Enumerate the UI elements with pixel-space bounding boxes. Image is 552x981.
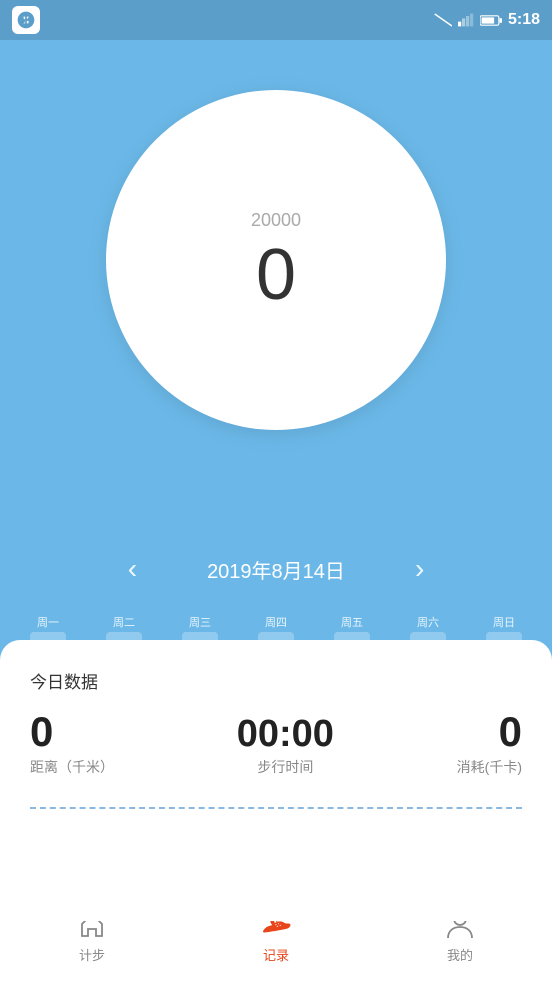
divider-line xyxy=(30,807,522,809)
today-data-title: 今日数据 xyxy=(30,668,522,693)
steps-circle: 20000 0 xyxy=(106,90,446,430)
app-icon: ✈ xyxy=(12,6,40,34)
prev-date-button[interactable]: ‹ xyxy=(118,548,147,590)
steps-count: 0 xyxy=(256,239,296,311)
distance-stat: 0 距离（千米） xyxy=(30,711,114,777)
distance-value: 0 xyxy=(30,711,53,753)
stats-row: 0 距离（千米） 00:00 步行时间 0 消耗(千卡) xyxy=(30,711,522,777)
time-display: 5:18 xyxy=(508,11,540,29)
main-blue-area: 20000 0 ‹ 2019年8月14日 › 周一 周二 周三 周四 周五 xyxy=(0,40,552,660)
calories-value: 0 xyxy=(499,711,522,753)
next-date-button[interactable]: › xyxy=(405,548,434,590)
walk-time-label: 步行时间 xyxy=(257,757,313,777)
date-navigation: ‹ 2019年8月14日 › xyxy=(0,548,552,590)
calories-stat: 0 消耗(千卡) xyxy=(457,711,522,777)
nav-label-jibu: 计步 xyxy=(79,945,105,964)
status-bar: ✈ 5:18 xyxy=(0,0,552,40)
stats-card: 今日数据 0 距离（千米） 00:00 步行时间 0 消耗(千卡) xyxy=(0,640,552,921)
status-bar-right: 5:18 xyxy=(434,11,540,29)
goal-label: 20000 xyxy=(251,210,301,231)
nav-label-jilu: 记录 xyxy=(263,945,289,964)
walk-time-value: 00:00 xyxy=(237,715,334,753)
nav-label-wode: 我的 xyxy=(447,945,473,964)
current-date: 2019年8月14日 xyxy=(207,555,345,584)
calories-label: 消耗(千卡) xyxy=(457,757,522,777)
status-bar-left: ✈ xyxy=(12,6,40,34)
distance-label: 距离（千米） xyxy=(30,757,114,777)
walk-time-stat: 00:00 步行时间 xyxy=(237,715,334,777)
